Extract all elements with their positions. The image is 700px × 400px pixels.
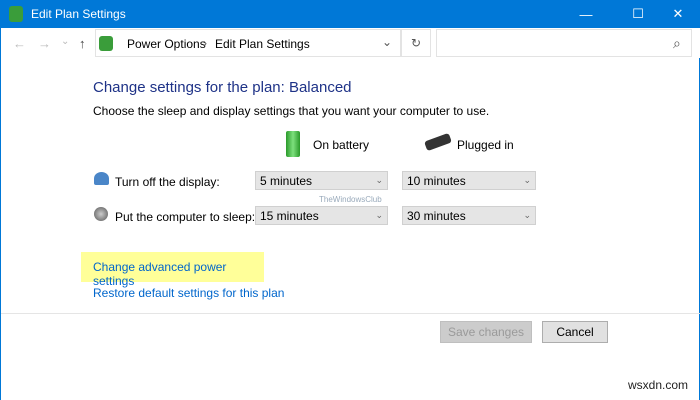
display-battery-select[interactable]: 5 minutes ⌄ bbox=[255, 171, 388, 190]
divider bbox=[1, 313, 700, 314]
display-plugged-select[interactable]: 10 minutes ⌄ bbox=[402, 171, 536, 190]
display-icon bbox=[94, 172, 109, 185]
chevron-down-icon: ⌄ bbox=[523, 175, 531, 185]
restore-defaults-link[interactable]: Restore default settings for this plan bbox=[93, 286, 284, 300]
plug-icon bbox=[424, 132, 452, 152]
up-button[interactable]: ↑ bbox=[79, 36, 86, 51]
power-options-icon bbox=[99, 36, 113, 51]
watermark: TheWindowsClub bbox=[319, 195, 382, 204]
sleep-label: Put the computer to sleep: bbox=[115, 210, 256, 224]
footer-watermark: wsxdn.com bbox=[628, 378, 689, 392]
column-on-battery: On battery bbox=[313, 138, 370, 152]
search-icon: ⌕ bbox=[673, 35, 681, 51]
battery-icon bbox=[286, 131, 300, 157]
select-value: 30 minutes bbox=[407, 208, 466, 223]
page-subtitle: Choose the sleep and display settings th… bbox=[93, 104, 490, 118]
refresh-button[interactable]: ↻ bbox=[401, 29, 431, 57]
minimize-button[interactable]: — bbox=[563, 0, 609, 28]
select-value: 5 minutes bbox=[260, 173, 313, 188]
address-dropdown-button[interactable]: ⌄ bbox=[382, 35, 392, 49]
forward-button[interactable]: → bbox=[38, 36, 51, 51]
chevron-down-icon: ⌄ bbox=[523, 210, 531, 220]
save-changes-button[interactable]: Save changes bbox=[440, 321, 532, 343]
sleep-battery-select[interactable]: 15 minutes ⌄ bbox=[255, 206, 388, 225]
breadcrumb-edit-plan-settings[interactable]: Edit Plan Settings bbox=[215, 37, 310, 51]
window-title: Edit Plan Settings bbox=[31, 7, 126, 21]
select-value: 15 minutes bbox=[260, 208, 319, 223]
refresh-icon: ↻ bbox=[410, 36, 422, 50]
advanced-link-highlight: Change advanced power settings bbox=[81, 252, 264, 288]
page-title: Change settings for the plan: Balanced bbox=[93, 79, 352, 96]
sleep-plugged-select[interactable]: 30 minutes ⌄ bbox=[402, 206, 536, 225]
change-advanced-power-settings-link[interactable]: Change advanced power settings bbox=[93, 260, 226, 288]
breadcrumb-power-options[interactable]: Power Options bbox=[127, 37, 206, 51]
recent-locations-button[interactable]: ⌄ bbox=[61, 36, 69, 47]
back-button[interactable]: ← bbox=[13, 36, 26, 51]
address-bar-row: ← → ⌄ ↑ Power Options › Edit Plan Settin… bbox=[1, 28, 700, 58]
power-options-icon bbox=[9, 6, 23, 22]
search-input[interactable]: ⌕ bbox=[436, 29, 692, 57]
breadcrumb-separator: › bbox=[203, 36, 207, 50]
column-plugged-in: Plugged in bbox=[457, 138, 514, 152]
sleep-icon bbox=[94, 207, 108, 221]
display-label: Turn off the display: bbox=[115, 175, 220, 189]
cancel-button[interactable]: Cancel bbox=[542, 321, 608, 343]
chevron-down-icon: ⌄ bbox=[375, 210, 383, 220]
chevron-down-icon: ⌄ bbox=[375, 175, 383, 185]
select-value: 10 minutes bbox=[407, 173, 466, 188]
close-button[interactable]: ✕ bbox=[655, 0, 700, 28]
address-input[interactable]: Power Options › Edit Plan Settings ⌄ bbox=[95, 29, 401, 57]
title-bar: Edit Plan Settings — ☐ ✕ bbox=[1, 0, 700, 28]
